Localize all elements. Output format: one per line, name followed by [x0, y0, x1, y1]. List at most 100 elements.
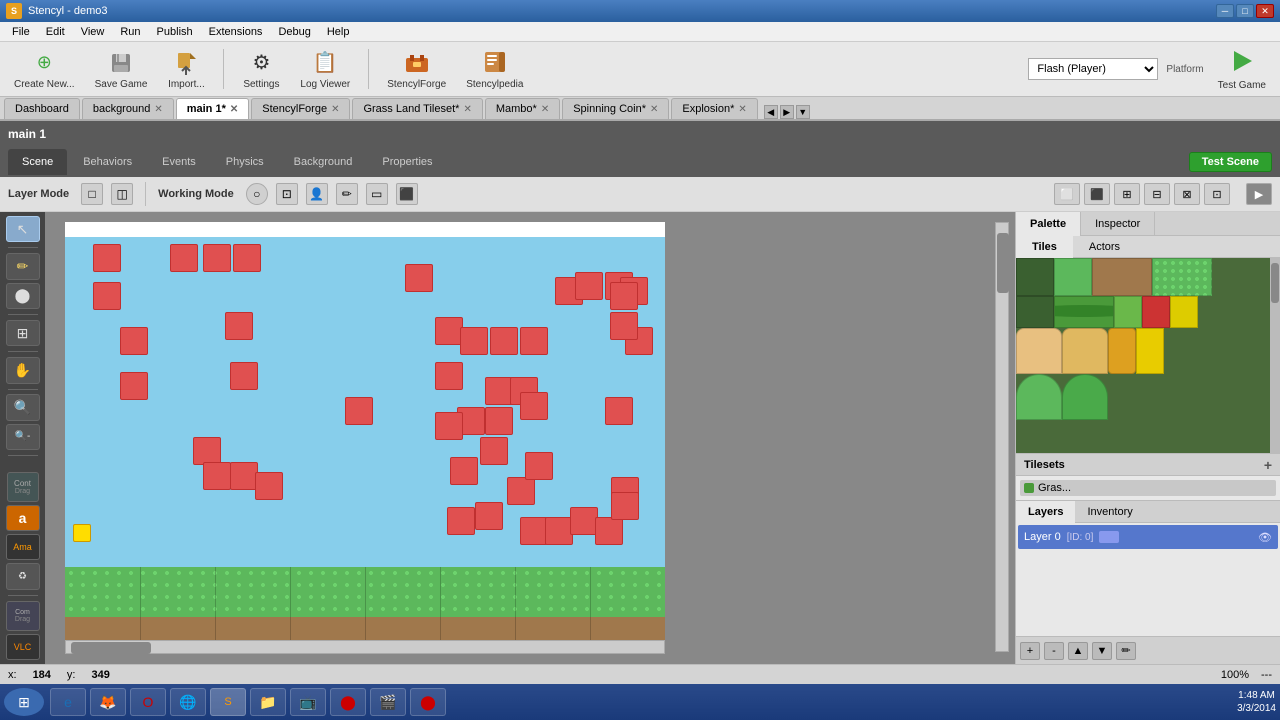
view-btn-3[interactable]: ⊞: [1114, 183, 1140, 205]
working-mode-grid[interactable]: ⊡: [276, 183, 298, 205]
scene-tab-events[interactable]: Events: [148, 149, 210, 175]
view-btn-6[interactable]: ⊡: [1204, 183, 1230, 205]
tab-main1[interactable]: main 1* ✕: [176, 98, 250, 119]
palette-tile-4[interactable]: [1152, 258, 1212, 296]
actors-tab[interactable]: Actors: [1073, 236, 1136, 258]
view-btn-2[interactable]: ⬛: [1084, 183, 1110, 205]
tab-background[interactable]: background ✕: [82, 98, 174, 119]
taskbar-firefox[interactable]: 🦊: [90, 688, 126, 716]
settings-button[interactable]: ⚙ Settings: [236, 46, 286, 93]
layer-add-button[interactable]: +: [1020, 642, 1040, 660]
import-button[interactable]: Import...: [161, 46, 211, 93]
taskbar-chrome[interactable]: 🌐: [170, 688, 206, 716]
tab-nav-down[interactable]: ▼: [796, 105, 810, 119]
palette-tile-2[interactable]: [1054, 258, 1092, 296]
log-viewer-button[interactable]: 📋 Log Viewer: [294, 46, 356, 93]
layers-tab[interactable]: Layers: [1016, 501, 1075, 523]
taskbar-ie[interactable]: e: [50, 688, 86, 716]
platform-dropdown[interactable]: Flash (Player) HTML5 iOS Android: [1028, 58, 1158, 80]
tab-close-explosion[interactable]: ✕: [738, 104, 746, 115]
tab-nav-left[interactable]: ◀: [764, 105, 778, 119]
stencylforge-button[interactable]: StencylForge: [381, 46, 452, 93]
play-btn[interactable]: ▶: [1246, 183, 1272, 205]
taskbar-app3[interactable]: 🎬: [370, 688, 406, 716]
taskbar-media[interactable]: 📺: [290, 688, 326, 716]
palette-scrollbar[interactable]: [1270, 258, 1280, 453]
menu-help[interactable]: Help: [319, 24, 358, 40]
minimize-button[interactable]: ─: [1216, 4, 1234, 18]
tiles-palette[interactable]: [1016, 258, 1280, 453]
taskbar-app2[interactable]: ⬤: [330, 688, 366, 716]
layer-item-0[interactable]: Layer 0 [ID: 0] 👁: [1018, 525, 1278, 549]
layer-remove-button[interactable]: -: [1044, 642, 1064, 660]
hscrollbar-thumb[interactable]: [71, 642, 151, 654]
scene-tab-behaviors[interactable]: Behaviors: [69, 149, 146, 175]
palette-tile-15[interactable]: [1062, 374, 1108, 420]
palette-tile-13[interactable]: [1136, 328, 1164, 374]
test-game-button[interactable]: Test Game: [1212, 45, 1272, 94]
inspector-tab[interactable]: Inspector: [1081, 212, 1155, 236]
menu-edit[interactable]: Edit: [38, 24, 73, 40]
tab-spinning-coin[interactable]: Spinning Coin* ✕: [562, 98, 669, 119]
taskbar-app4[interactable]: ⬤: [410, 688, 446, 716]
layer-up-button[interactable]: ▲: [1068, 642, 1088, 660]
layer-edit-button[interactable]: ✏: [1116, 642, 1136, 660]
tab-close-stencylforge[interactable]: ✕: [331, 104, 339, 115]
working-mode-fill[interactable]: ⬛: [396, 183, 418, 205]
tab-close-mambo[interactable]: ✕: [541, 104, 549, 115]
view-btn-1[interactable]: ⬜: [1054, 183, 1080, 205]
tab-mambo[interactable]: Mambo* ✕: [485, 98, 560, 119]
working-mode-pen[interactable]: ✏: [336, 183, 358, 205]
save-game-button[interactable]: Save Game: [89, 46, 154, 93]
tool-tile-eraser[interactable]: ⊞: [6, 320, 40, 346]
maximize-button[interactable]: □: [1236, 4, 1254, 18]
scene-tab-physics[interactable]: Physics: [212, 149, 278, 175]
layer-mode-btn-2[interactable]: ◫: [111, 183, 133, 205]
taskbar-opera[interactable]: O: [130, 688, 166, 716]
palette-tile-14[interactable]: [1016, 374, 1062, 420]
palette-tile-12[interactable]: [1108, 328, 1136, 374]
create-new-button[interactable]: ⊕ Create New...: [8, 46, 81, 93]
app-icon-amazon[interactable]: Ama: [6, 534, 40, 560]
palette-tile-11[interactable]: [1062, 328, 1108, 374]
tab-nav-right[interactable]: ▶: [780, 105, 794, 119]
close-button[interactable]: ✕: [1256, 4, 1274, 18]
working-mode-person[interactable]: 👤: [306, 183, 328, 205]
tool-zoom-in[interactable]: 🔍: [6, 394, 40, 420]
view-btn-5[interactable]: ⊠: [1174, 183, 1200, 205]
palette-scroll-thumb[interactable]: [1271, 263, 1279, 303]
taskbar-file-explorer[interactable]: 📁: [250, 688, 286, 716]
working-mode-circle[interactable]: ○: [246, 183, 268, 205]
menu-debug[interactable]: Debug: [270, 24, 318, 40]
menu-run[interactable]: Run: [112, 24, 148, 40]
tool-hand[interactable]: ✋: [6, 357, 40, 383]
view-btn-4[interactable]: ⊟: [1144, 183, 1170, 205]
palette-tile-8[interactable]: [1142, 296, 1170, 328]
palette-tile-7[interactable]: [1114, 296, 1142, 328]
app-icon-1[interactable]: Cont Drag: [7, 472, 39, 502]
tool-pencil[interactable]: ✏: [6, 253, 40, 279]
tool-select[interactable]: ↖: [6, 216, 40, 242]
layer-mode-btn-1[interactable]: □: [81, 183, 103, 205]
tab-grass-land[interactable]: Grass Land Tileset* ✕: [352, 98, 482, 119]
app-icon-a[interactable]: a: [6, 505, 40, 531]
tool-zoom-out[interactable]: 🔍-: [6, 424, 40, 450]
palette-tile-10[interactable]: [1016, 328, 1062, 374]
tab-stencylforge[interactable]: StencylForge ✕: [251, 98, 350, 119]
tab-close-background[interactable]: ✕: [154, 104, 162, 115]
start-button[interactable]: ⊞: [4, 688, 44, 716]
tab-explosion[interactable]: Explosion* ✕: [671, 98, 757, 119]
palette-tile-3[interactable]: [1092, 258, 1152, 296]
test-scene-button[interactable]: Test Scene: [1189, 152, 1272, 172]
scene-tab-scene[interactable]: Scene: [8, 149, 67, 175]
taskbar-stencyl[interactable]: S: [210, 688, 246, 716]
tab-close-grass[interactable]: ✕: [463, 104, 471, 115]
app-icon-comb[interactable]: Com Drag: [6, 601, 40, 631]
scrollbar-thumb[interactable]: [997, 233, 1009, 293]
palette-tile-9[interactable]: [1170, 296, 1198, 328]
menu-file[interactable]: File: [4, 24, 38, 40]
tileset-item-grass[interactable]: Gras...: [1020, 480, 1276, 496]
tab-close-coin[interactable]: ✕: [650, 104, 658, 115]
tab-dashboard[interactable]: Dashboard: [4, 98, 80, 119]
menu-publish[interactable]: Publish: [149, 24, 201, 40]
